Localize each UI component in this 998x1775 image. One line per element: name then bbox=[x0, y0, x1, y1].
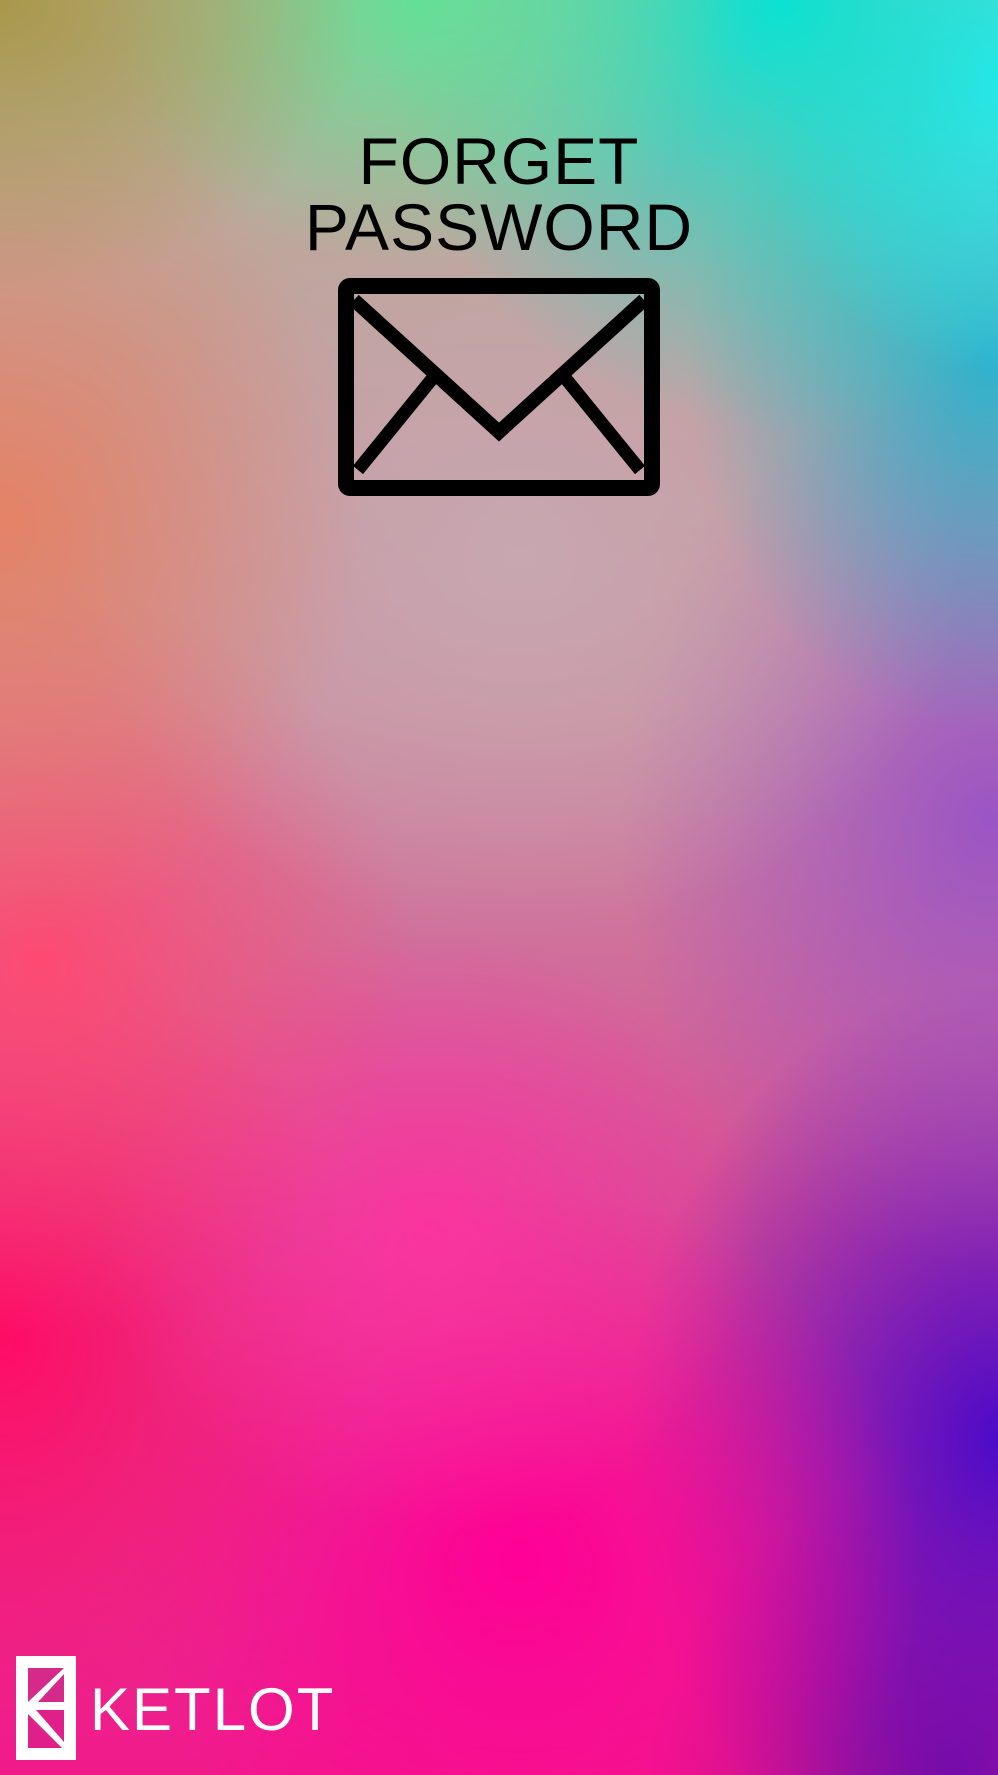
brand-lockup: KETLOT bbox=[16, 1656, 335, 1760]
page-title-line-2: PASSWORD bbox=[304, 190, 694, 264]
brand-name: KETLOT bbox=[90, 1676, 336, 1743]
page-title: FORGET PASSWORD bbox=[0, 128, 998, 260]
ketlot-logo-icon bbox=[16, 1656, 76, 1760]
envelope-icon bbox=[338, 278, 660, 496]
gradient-background bbox=[0, 0, 998, 1775]
page-title-line-1: FORGET bbox=[358, 124, 640, 198]
